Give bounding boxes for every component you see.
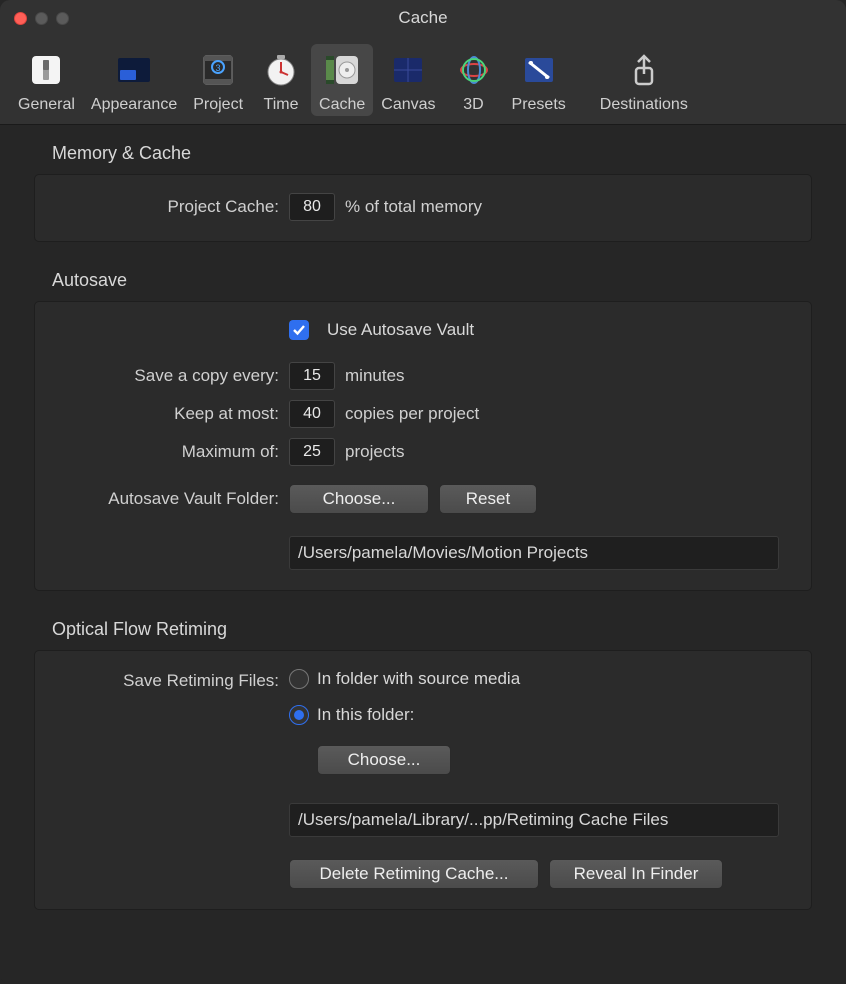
tab-label: 3D [463,96,483,114]
section-optical-flow-retiming: Optical Flow Retiming Save Retiming File… [34,619,812,910]
project-cache-label: Project Cache: [55,197,289,217]
reset-button[interactable]: Reset [439,484,537,514]
project-cache-suffix: % of total memory [345,197,482,217]
radio-icon [289,669,309,689]
section-title: Memory & Cache [34,143,812,164]
max-of-suffix: projects [345,442,405,462]
project-icon: 3 [196,48,240,92]
keep-most-label: Keep at most: [55,404,289,424]
use-autosave-vault-label: Use Autosave Vault [327,320,474,340]
max-of-input[interactable] [289,438,335,466]
radio-icon [289,705,309,725]
project-cache-input[interactable] [289,193,335,221]
autosave-group: Use Autosave Vault Save a copy every: mi… [34,301,812,591]
tab-destinations[interactable]: Destinations [592,44,696,116]
save-retiming-files-label: Save Retiming Files: [55,669,289,691]
max-of-label: Maximum of: [55,442,289,462]
section-autosave: Autosave Use Autosave Vault Save a copy … [34,270,812,591]
zoom-button[interactable] [56,12,69,25]
traffic-lights [0,12,69,25]
tab-label: Appearance [91,96,177,114]
destinations-icon [622,48,666,92]
tab-cache[interactable]: Cache [311,44,373,116]
retiming-group: Save Retiming Files: In folder with sour… [34,650,812,910]
save-every-input[interactable] [289,362,335,390]
radio-source-media[interactable]: In folder with source media [289,669,520,689]
time-icon [259,48,303,92]
presets-icon [517,48,561,92]
choose-button[interactable]: Choose... [289,484,429,514]
tab-label: Canvas [381,96,435,114]
tab-appearance[interactable]: Appearance [83,44,185,116]
tab-label: Presets [512,96,566,114]
section-title: Optical Flow Retiming [34,619,812,640]
tab-label: Destinations [600,96,688,114]
tab-label: Project [193,96,243,114]
section-memory-cache: Memory & Cache Project Cache: % of total… [34,143,812,242]
section-title: Autosave [34,270,812,291]
tab-time[interactable]: Time [251,44,311,116]
tab-project[interactable]: 3 Project [185,44,251,116]
cache-icon [320,48,364,92]
tab-3d[interactable]: 3D [444,44,504,116]
preferences-window: Cache General Appearance [0,0,846,984]
content-area: Memory & Cache Project Cache: % of total… [0,125,846,958]
delete-retiming-cache-button[interactable]: Delete Retiming Cache... [289,859,539,889]
keep-most-input[interactable] [289,400,335,428]
radio-label: In this folder: [317,705,414,725]
retiming-path-field[interactable]: /Users/pamela/Library/...pp/Retiming Cac… [289,803,779,837]
canvas-icon [386,48,430,92]
vault-folder-label: Autosave Vault Folder: [55,489,289,509]
appearance-icon [112,48,156,92]
tab-label: General [18,96,75,114]
tab-label: Cache [319,96,365,114]
minimize-button[interactable] [35,12,48,25]
3d-icon [452,48,496,92]
tab-presets[interactable]: Presets [504,44,574,116]
tab-general[interactable]: General [10,44,83,116]
keep-most-suffix: copies per project [345,404,479,424]
tab-canvas[interactable]: Canvas [373,44,443,116]
memory-group: Project Cache: % of total memory [34,174,812,242]
use-autosave-vault-checkbox[interactable] [289,320,309,340]
save-every-label: Save a copy every: [55,366,289,386]
retiming-choose-button[interactable]: Choose... [317,745,451,775]
tab-label: Time [264,96,299,114]
preferences-toolbar: General Appearance 3 Proje [0,36,846,125]
reveal-in-finder-button[interactable]: Reveal In Finder [549,859,723,889]
svg-text:3: 3 [216,63,221,73]
autosave-vault-path-field[interactable]: /Users/pamela/Movies/Motion Projects [289,536,779,570]
save-every-suffix: minutes [345,366,405,386]
radio-in-folder[interactable]: In this folder: [289,705,414,725]
window-title: Cache [0,8,846,28]
titlebar: Cache [0,0,846,36]
radio-label: In folder with source media [317,669,520,689]
close-button[interactable] [14,12,27,25]
general-icon [24,48,68,92]
